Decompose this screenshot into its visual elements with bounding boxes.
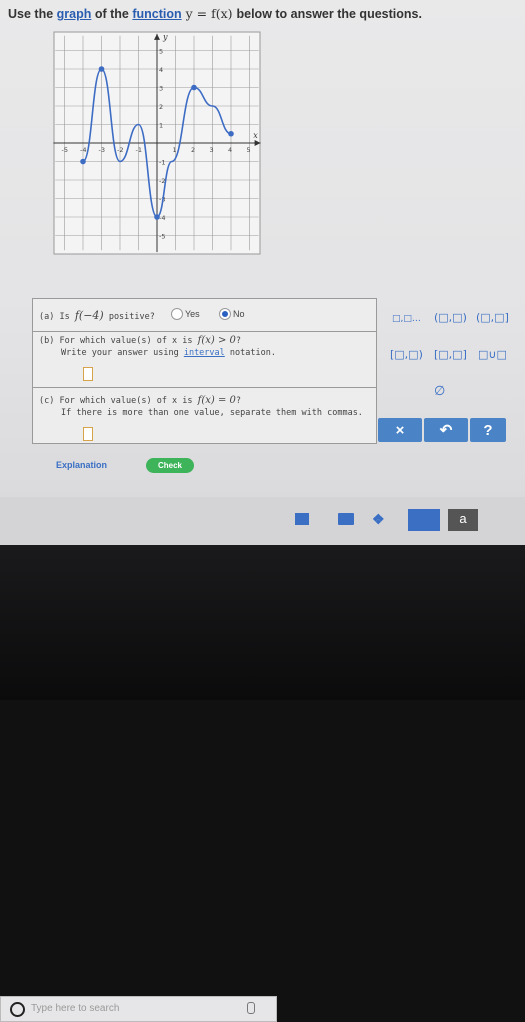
undo-icon: ↶ <box>439 422 453 439</box>
question-c-prefix: (c) For which value(s) of x is <box>39 396 198 406</box>
x-tick-label: -5 <box>62 146 68 154</box>
question-b-text: (b) For which value(s) of x is f(x) > 0? <box>39 335 241 346</box>
function-formula: y = f(x) <box>181 6 237 21</box>
question-b: (b) For which value(s) of x is f(x) > 0?… <box>33 331 376 388</box>
x-tick-label: 5 <box>247 146 251 154</box>
curve-point <box>98 66 105 72</box>
palette-list-button[interactable]: □,□… <box>392 314 421 324</box>
palette-empty-set-button[interactable]: ∅ <box>434 384 445 399</box>
question-b-suffix: ? <box>235 336 242 346</box>
search-ring-icon <box>10 1002 25 1017</box>
graph-link[interactable]: graph <box>57 7 92 21</box>
check-button[interactable]: Check <box>146 458 194 473</box>
task-view-icon[interactable] <box>295 513 309 525</box>
question-c-math: f(x) = 0 <box>197 395 236 406</box>
radio-no[interactable] <box>219 308 231 320</box>
user-app-icon[interactable]: a <box>448 509 478 531</box>
y-tick-label: -5 <box>159 233 165 241</box>
question-b-math: f(x) > 0 <box>197 335 236 346</box>
microphone-icon[interactable] <box>247 1002 255 1014</box>
taskbar: Type here to search ❖ a <box>0 497 525 1022</box>
file-explorer-icon[interactable] <box>338 513 354 525</box>
x-tick-label: -2 <box>117 146 123 154</box>
off-screen-area <box>0 545 525 700</box>
x-tick-label: -3 <box>99 146 105 154</box>
curve-point <box>228 130 234 137</box>
screen: Use the graph of the function y = f(x) b… <box>0 0 525 1022</box>
graph-svg: yx-5 -4 -3 -2 -1 1 2 3 4 554321-1-2-3-4-5 <box>53 31 261 255</box>
interval-link[interactable]: interval <box>184 348 225 358</box>
question-a-math: f(−4) <box>74 309 104 322</box>
instructions-header: Use the graph of the function y = f(x) b… <box>8 6 422 21</box>
function-graph: y x -5 -4 -3 -2 -1 1 2 3 4 5 5 4 3 2 1 -1 -2 -3 -4 -5 <box>52 30 262 256</box>
curve-point <box>80 158 86 165</box>
dropbox-icon[interactable]: ❖ <box>372 511 385 528</box>
question-a-suffix: positive? <box>103 312 155 322</box>
question-c-suffix: ? <box>235 396 242 406</box>
help-icon: ? <box>483 421 493 439</box>
function-link[interactable]: function <box>132 7 181 21</box>
radio-yes-label: Yes <box>185 309 200 319</box>
question-b-hint-prefix: Write your answer using <box>61 348 184 358</box>
x-tick-label: 4 <box>228 146 232 154</box>
app-icon[interactable] <box>408 509 440 531</box>
y-tick-label: 2 <box>159 103 163 111</box>
header-prefix: Use the <box>8 7 57 21</box>
palette-open-interval-button[interactable]: (□,□) <box>434 311 467 324</box>
search-placeholder: Type here to search <box>31 1003 120 1014</box>
y-tick-label: 1 <box>159 122 163 130</box>
y-tick-label: -1 <box>159 159 165 167</box>
x-tick-label: 2 <box>191 146 195 154</box>
x-tick-label: 3 <box>210 146 214 154</box>
question-b-hint-suffix: notation. <box>224 348 276 358</box>
palette-union-button[interactable]: □∪□ <box>478 348 507 361</box>
clear-button[interactable]: × <box>378 418 422 442</box>
question-b-hint: Write your answer using interval notatio… <box>61 348 276 358</box>
curve-point <box>154 214 160 220</box>
question-c: (c) For which value(s) of x is f(x) = 0?… <box>33 387 376 443</box>
taskbar-search-box[interactable]: Type here to search <box>0 996 277 1022</box>
question-b-prefix: (b) For which value(s) of x is <box>39 336 198 346</box>
question-a-text: (a) Is f(−4) positive? <box>39 309 155 322</box>
header-middle: of the <box>91 7 133 21</box>
check-label: Check <box>157 461 182 470</box>
palette-half-open-left-button[interactable]: [□,□) <box>390 348 423 361</box>
clear-icon: × <box>395 421 405 439</box>
curve-point <box>191 84 197 91</box>
y-tick-label: 3 <box>159 85 163 93</box>
x-axis-label: x <box>253 131 258 140</box>
undo-button[interactable]: ↶ <box>424 418 468 442</box>
palette-closed-interval-button[interactable]: [□,□] <box>434 348 467 361</box>
answers-panel: (a) Is f(−4) positive? Yes No (b) For wh… <box>32 298 377 444</box>
question-c-text: (c) For which value(s) of x is f(x) = 0? <box>39 395 241 406</box>
question-a-prefix: (a) Is <box>39 312 75 322</box>
x-tick-label: -1 <box>136 146 142 154</box>
x-tick-label: -4 <box>80 146 86 154</box>
y-axis-label: y <box>162 32 168 41</box>
math-palette: □,□… (□,□) (□,□] [□,□) [□,□] □∪□ ∅ × ↶ ? <box>378 298 518 442</box>
answer-b-input[interactable] <box>83 367 93 381</box>
palette-half-open-right-button[interactable]: (□,□] <box>476 311 509 324</box>
y-tick-label: 4 <box>159 66 163 74</box>
question-a: (a) Is f(−4) positive? Yes No <box>33 299 376 332</box>
question-c-hint: If there is more than one value, separat… <box>61 408 363 418</box>
help-button[interactable]: ? <box>470 418 506 442</box>
x-tick-label: 1 <box>173 146 177 154</box>
answer-c-input[interactable] <box>83 427 93 441</box>
radio-yes[interactable] <box>171 308 183 320</box>
header-suffix: below to answer the questions. <box>236 7 422 21</box>
explanation-button[interactable]: Explanation <box>56 460 107 470</box>
y-tick-label: 5 <box>159 48 163 56</box>
radio-no-label: No <box>233 309 245 319</box>
